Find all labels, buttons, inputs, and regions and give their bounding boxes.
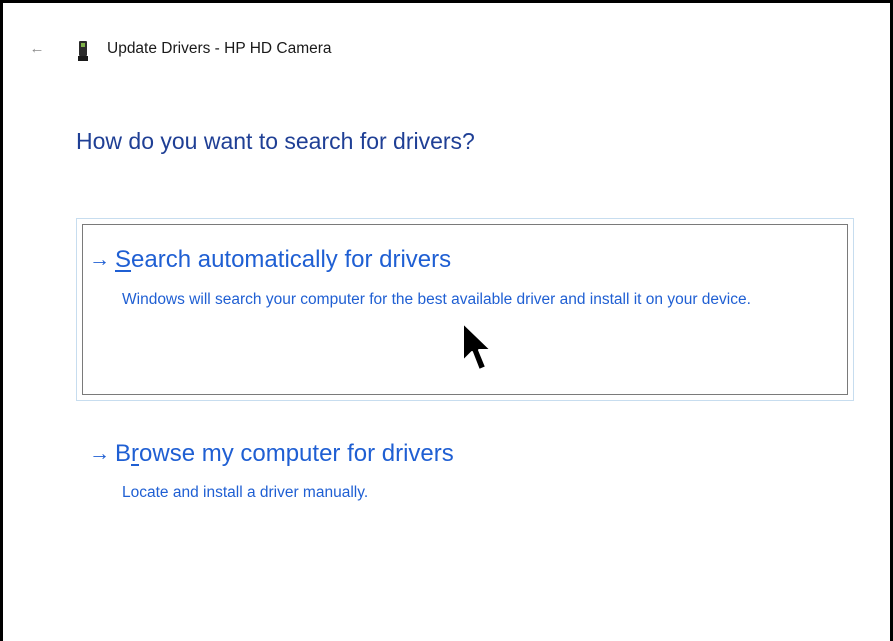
camera-device-icon [78, 41, 88, 61]
right-arrow-icon: → [89, 442, 110, 465]
arrow-pointer-icon [462, 322, 492, 371]
option-title-first-letter: B [115, 440, 132, 467]
search-automatically-option[interactable]: → Search automatically for drivers Windo… [89, 243, 849, 314]
page-heading: How do you want to search for drivers? [76, 128, 475, 154]
search-automatically-link[interactable]: Search automatically for drivers [115, 246, 451, 274]
browse-computer-link[interactable]: Browse my computer for drivers [115, 440, 454, 468]
option-title[interactable]: → Browse my computer for drivers [89, 437, 849, 471]
back-arrow-icon[interactable]: ← [25, 37, 49, 61]
update-drivers-window: ← Update Drivers - HP HD Camera How do y… [0, 0, 893, 641]
browse-computer-option[interactable]: → Browse my computer for drivers Locate … [89, 437, 849, 507]
option-description: Locate and install a driver manually. [122, 484, 369, 501]
option-description: Windows will search your computer for th… [122, 291, 751, 308]
window-title: Update Drivers - HP HD Camera [107, 40, 332, 57]
option-title-text: owse my computer for drivers [139, 440, 454, 467]
access-key-letter: r [131, 440, 140, 467]
option-title-text: earch automatically for drivers [131, 246, 452, 273]
access-key-letter: S [115, 246, 132, 273]
right-arrow-icon: → [89, 248, 110, 271]
option-title[interactable]: → Search automatically for drivers [89, 243, 849, 277]
